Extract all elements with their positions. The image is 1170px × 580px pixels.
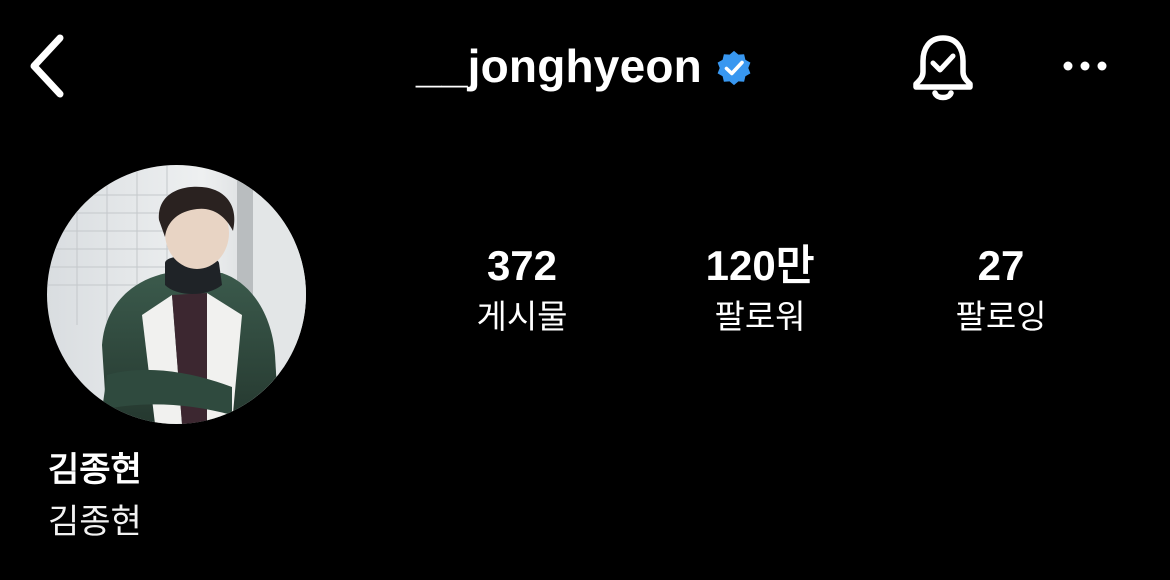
more-options-button[interactable]: [1052, 38, 1118, 94]
notifications-button[interactable]: [903, 28, 983, 108]
followers-stat[interactable]: 120만 팔로워: [640, 238, 880, 340]
chevron-left-icon: [30, 34, 64, 98]
bell-check-icon: [913, 35, 973, 101]
profile-header: __jonghyeon: [0, 0, 1170, 135]
posts-count: 372: [486, 242, 558, 289]
profile-stats: 372 게시물 120만 팔로워 27 팔로잉: [400, 238, 1120, 348]
following-label: 팔로잉: [955, 297, 1047, 336]
profile-avatar[interactable]: [47, 165, 306, 424]
verified-badge-icon: [714, 48, 754, 88]
profile-username: __jonghyeon: [416, 40, 702, 92]
profile-display-name: 김종현: [48, 450, 142, 490]
back-button[interactable]: [18, 30, 78, 102]
profile-category-name: 김종현: [48, 502, 142, 542]
posts-stat[interactable]: 372 게시물: [402, 238, 642, 340]
followers-label: 팔로워: [714, 297, 806, 336]
profile-photo: [47, 165, 306, 424]
more-horizontal-icon: [1063, 61, 1107, 71]
following-count: 27: [977, 242, 1025, 289]
following-stat[interactable]: 27 팔로잉: [881, 238, 1121, 340]
posts-label: 게시물: [476, 297, 568, 336]
title-group: __jonghyeon: [0, 36, 1170, 96]
followers-count: 120만: [705, 242, 815, 289]
